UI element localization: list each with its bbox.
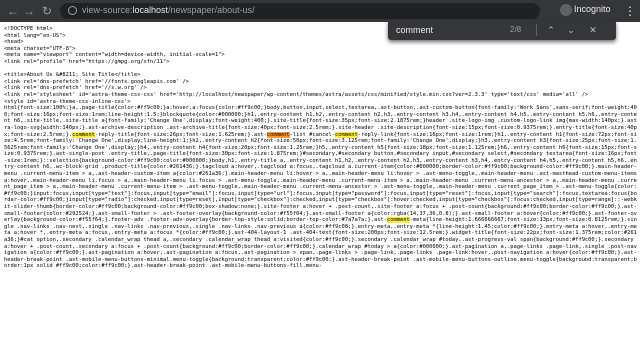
find-bar: 2/8 ⌃ ⌄ ✕ [388, 20, 616, 40]
source-line [4, 66, 638, 73]
profile-label[interactable]: Incognito [574, 4, 611, 14]
find-divider [536, 24, 537, 36]
source-code: <!DOCTYPE html> <html lang="en-US"> <head>… [4, 26, 638, 270]
source-line: <head> [4, 39, 24, 46]
find-match: comment [72, 131, 95, 138]
source-line: <link rel="profile" href="https://gmpg.o… [4, 58, 170, 65]
find-match-count: 2/8 [510, 25, 522, 34]
address-bar[interactable]: view-source:localhost/newspaper/about-us… [60, 3, 540, 19]
source-line: <style id='astra-theme-css-inline-css'> [4, 98, 131, 105]
find-match: comment [335, 131, 358, 138]
find-match: comment [386, 217, 410, 224]
browser-toolbar: ← → ↻ view-source:localhost/newspaper/ab… [0, 0, 640, 22]
find-next-icon[interactable]: ⌄ [564, 23, 578, 37]
source-line: <title>About Us &#8211; Site Title</titl… [4, 72, 141, 79]
url-scheme: view-source: [82, 5, 133, 15]
url-text: view-source:localhost/newspaper/about-us… [82, 5, 255, 15]
source-line: <meta name="viewport" content="width=dev… [4, 52, 225, 59]
menu-kebab-icon[interactable]: ⋮ [624, 2, 636, 20]
url-path: /newspaper/about-us/ [168, 5, 255, 15]
find-match: comment [266, 131, 290, 138]
find-previous-icon[interactable]: ⌃ [544, 23, 558, 37]
info-icon[interactable] [68, 6, 77, 15]
source-line: html{font-size:100%;}a,.page-title{color… [4, 105, 640, 270]
incognito-icon[interactable] [560, 4, 572, 16]
source-line: <link rel='dns-prefetch' href='//fonts.g… [4, 78, 189, 85]
source-line: <link rel='dns-prefetch' href='//s.w.org… [4, 85, 147, 92]
source-line: <link rel='stylesheet' id='astra-theme-c… [4, 91, 589, 98]
find-close-icon[interactable]: ✕ [586, 23, 600, 37]
reload-icon[interactable]: ↻ [38, 2, 56, 20]
url-host: localhost [132, 5, 169, 15]
forward-arrow-icon[interactable]: → [20, 2, 38, 20]
view-source-content: <!DOCTYPE html> <html lang="en-US"> <head>… [0, 22, 640, 360]
source-line: <meta charset="UTF-8"> [4, 45, 76, 52]
find-input[interactable] [396, 23, 504, 37]
